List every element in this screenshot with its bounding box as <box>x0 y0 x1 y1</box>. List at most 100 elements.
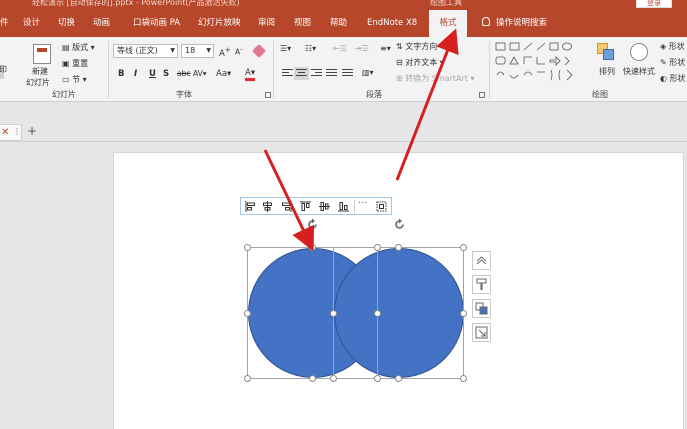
resize-handle[interactable] <box>330 375 337 382</box>
columns-button[interactable]: ▥▾ <box>362 68 374 77</box>
shrink-font-button[interactable]: A- <box>235 46 242 57</box>
resize-handle[interactable] <box>460 310 467 317</box>
group-divider <box>273 41 274 98</box>
tab-review[interactable]: 审阅 <box>258 10 275 37</box>
chevron-down-icon: ▼ <box>170 47 175 54</box>
italic-button[interactable]: I <box>134 69 137 79</box>
font-dialog-launcher[interactable] <box>265 92 271 98</box>
shapes-gallery[interactable] <box>494 41 580 85</box>
resize-handle[interactable] <box>374 375 381 382</box>
smartart-button[interactable]: ⊞ 转换为 SmartArt ▾ <box>396 73 474 84</box>
bullets-button[interactable]: ☰▾ <box>280 44 291 53</box>
text-direction-label: 文字方向 <box>405 42 438 51</box>
quick-styles-label[interactable]: 快速样式 <box>623 66 655 77</box>
rotate-handle-icon[interactable] <box>393 218 406 231</box>
more-options-icon[interactable]: ⋮ <box>13 127 21 136</box>
resize-handle[interactable] <box>395 244 402 251</box>
distributed-button[interactable] <box>342 69 353 78</box>
align-left-icon[interactable] <box>245 201 256 212</box>
brush-icon <box>476 278 487 290</box>
crop-float-button[interactable] <box>472 323 491 342</box>
align-center-icon[interactable] <box>262 201 273 212</box>
document-title: 轻松演示 [自动保存的].pptx - PowerPoint(产品激活失败) <box>32 0 240 7</box>
tab-pocket-animation[interactable]: 口袋动画 PA <box>133 10 180 37</box>
underline-button[interactable]: U <box>149 69 156 79</box>
strikethrough-button[interactable]: abc <box>177 69 190 78</box>
align-left-button[interactable] <box>282 69 293 78</box>
resize-handle[interactable] <box>374 244 381 251</box>
shape-outline-button[interactable]: ✎ 形状 <box>660 57 685 68</box>
resize-handle[interactable] <box>460 244 467 251</box>
resize-handle[interactable] <box>244 375 251 382</box>
align-top-icon[interactable] <box>300 201 311 212</box>
resize-handle[interactable] <box>244 310 251 317</box>
resize-handle[interactable] <box>244 244 251 251</box>
new-slide-icon-accent <box>37 48 47 52</box>
new-slide-label[interactable]: 新建 <box>32 66 48 77</box>
character-spacing-button[interactable]: AV▾ <box>193 69 207 78</box>
align-right-button[interactable] <box>311 69 322 78</box>
decrease-indent-button[interactable]: ⇤☰ <box>333 44 347 53</box>
align-bottom-icon[interactable] <box>338 201 349 212</box>
tab-animations[interactable]: 动画 <box>93 10 110 37</box>
change-case-button[interactable]: Aa▾ <box>216 69 231 79</box>
new-slide-label-2[interactable]: 幻灯片 <box>26 77 50 88</box>
reset-button[interactable]: ▣ 重置 <box>62 58 88 69</box>
tab-transitions[interactable]: 切换 <box>58 10 75 37</box>
title-bar: 轻松演示 [自动保存的].pptx - PowerPoint(产品激活失败) 绘… <box>0 0 687 10</box>
resize-handle[interactable] <box>330 310 337 317</box>
resize-handle[interactable] <box>309 375 316 382</box>
more-icon[interactable]: ··· <box>358 198 368 209</box>
align-middle-icon[interactable] <box>319 201 330 212</box>
smartart-label: 转换为 SmartArt <box>405 74 468 83</box>
font-name-dropdown[interactable]: 等线 (正文) ▼ <box>113 44 178 58</box>
arrange-icon[interactable] <box>597 43 615 61</box>
shape-effects-button[interactable]: ◐ 形状 <box>660 73 686 84</box>
justify-button[interactable] <box>326 69 337 78</box>
align-text-button[interactable]: ⊟ 对齐文本 ▾ <box>396 57 444 68</box>
tab-view[interactable]: 视图 <box>294 10 311 37</box>
section-button[interactable]: ▭ 节 ▾ <box>62 74 87 85</box>
line-spacing-button[interactable]: ≡▾ <box>380 44 391 53</box>
tell-me-label: 操作说明搜索 <box>496 18 548 28</box>
font-size-dropdown[interactable]: 18 ▼ <box>181 44 214 58</box>
font-size-value: 18 <box>185 46 196 55</box>
new-slide-icon[interactable] <box>33 44 51 64</box>
login-button[interactable]: 登录 <box>636 0 672 8</box>
bold-button[interactable]: B <box>118 69 124 79</box>
resize-handle[interactable] <box>374 310 381 317</box>
font-color-button[interactable]: A▾ <box>245 68 256 81</box>
tab-format[interactable]: 格式 <box>429 10 467 37</box>
tab-slideshow[interactable]: 幻灯片放映 <box>198 10 241 37</box>
resize-handle[interactable] <box>395 375 402 382</box>
shape-fill-button[interactable]: ◈ 形状 <box>660 41 685 52</box>
arrange-float-button[interactable] <box>472 299 491 318</box>
rotate-handle-icon[interactable] <box>306 218 319 231</box>
clear-formatting-icon[interactable] <box>251 43 267 59</box>
layout-options-button[interactable] <box>472 251 491 270</box>
increase-indent-button[interactable]: ⇥☰ <box>355 44 369 53</box>
add-section-icon[interactable]: + <box>27 124 37 138</box>
tab-file[interactable]: 件 <box>0 10 9 37</box>
grow-font-button[interactable]: A+ <box>219 45 231 59</box>
resize-handle[interactable] <box>309 244 316 251</box>
paragraph-dialog-launcher[interactable] <box>479 92 485 98</box>
align-right-icon[interactable] <box>281 201 292 212</box>
numbering-button[interactable]: ☷▾ <box>305 44 316 53</box>
distribute-icon[interactable] <box>376 201 387 212</box>
resize-handle[interactable] <box>460 375 467 382</box>
thumbnail-tab[interactable]: ✕ ⋮ <box>0 124 22 141</box>
close-icon[interactable]: ✕ <box>1 127 9 138</box>
change-case-label: Aa <box>216 69 228 79</box>
arrange-label[interactable]: 排列 <box>599 66 615 77</box>
align-center-button[interactable] <box>294 67 309 80</box>
tell-me-search[interactable]: 操作说明搜索 <box>482 10 547 37</box>
tab-help[interactable]: 帮助 <box>330 10 347 37</box>
quick-styles-icon[interactable] <box>630 43 648 61</box>
layout-button[interactable]: ▤ 版式 ▾ <box>62 42 95 53</box>
tab-design[interactable]: 设计 <box>23 10 40 37</box>
shadow-text-button[interactable]: S <box>163 69 169 79</box>
format-painter-button[interactable] <box>472 275 491 294</box>
text-direction-button[interactable]: ⇅ 文字方向 <box>396 41 437 52</box>
tab-endnote[interactable]: EndNote X8 <box>367 10 417 37</box>
